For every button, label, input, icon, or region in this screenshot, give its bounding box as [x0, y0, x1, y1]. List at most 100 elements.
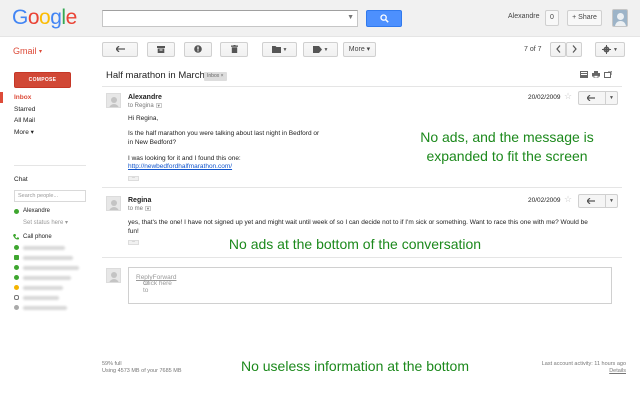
search-input[interactable]: ▼: [102, 10, 358, 27]
message-line: in New Bedford?: [128, 139, 177, 146]
delete-icon: [230, 45, 238, 54]
move-to-button[interactable]: ▼: [262, 42, 297, 57]
active-indicator: [0, 92, 3, 103]
report-spam-icon: [194, 45, 202, 53]
annotation-line: expanded to fit the screen: [426, 148, 588, 164]
user-name[interactable]: Alexandre: [508, 13, 540, 20]
message-sender[interactable]: Alexandre: [128, 94, 162, 101]
sidebar-item-starred[interactable]: Starred: [14, 106, 35, 113]
share-button[interactable]: + Share: [567, 10, 602, 26]
more-button[interactable]: More ▾: [343, 42, 376, 57]
notification-count-badge[interactable]: 0: [545, 10, 559, 26]
archive-button[interactable]: [147, 42, 175, 57]
google-logo[interactable]: Google: [12, 5, 77, 30]
gmail-caret: ▾: [39, 49, 43, 56]
sender-avatar[interactable]: [106, 93, 121, 108]
search-options-chevron-icon[interactable]: ▼: [347, 14, 354, 21]
idle-status-icon: [14, 285, 19, 290]
message-recipient[interactable]: to me ▼: [128, 206, 152, 212]
marathon-link[interactable]: http://newbedfordhalfmarathon.com/: [128, 163, 232, 172]
blurred-contact-name[interactable]: [23, 296, 59, 300]
message-sender[interactable]: Regina: [128, 197, 151, 204]
search-icon: [380, 14, 389, 23]
pager-count: 7 of 7: [524, 46, 542, 53]
gmail-menu[interactable]: Gmail ▾: [13, 46, 42, 56]
call-phone-link[interactable]: Call phone: [23, 234, 52, 240]
message-divider: [102, 257, 622, 258]
print-icon[interactable]: [592, 71, 600, 78]
details-chevron-icon[interactable]: ▼: [155, 103, 162, 108]
search-button[interactable]: [366, 10, 402, 27]
mobile-chat-icon: [14, 295, 19, 300]
more-actions-chevron-icon[interactable]: ▼: [609, 95, 614, 101]
archive-icon: [157, 45, 165, 53]
message-line: fun!: [128, 228, 139, 235]
delete-button[interactable]: [220, 42, 248, 57]
expand-all-icon[interactable]: [580, 71, 588, 78]
star-icon[interactable]: ☆: [564, 194, 572, 205]
back-to-inbox-button[interactable]: [102, 42, 138, 57]
sidebar-item-all-mail[interactable]: All Mail: [14, 117, 35, 124]
blurred-contact-name[interactable]: [23, 286, 63, 290]
reply-box[interactable]: Click here to Reply or Forward: [128, 267, 612, 304]
blurred-contact-name[interactable]: [23, 276, 71, 280]
details-link[interactable]: Details: [542, 368, 626, 375]
chat-search-input[interactable]: Search people...: [14, 190, 86, 202]
reply-arrow-icon: [587, 198, 595, 204]
offline-status-icon: [14, 305, 19, 310]
chat-heading: Chat: [14, 176, 28, 183]
blurred-contact-name[interactable]: [23, 246, 65, 250]
conversation-subject: Half marathon in March: [106, 70, 205, 81]
avatar-head: [111, 97, 117, 103]
star-icon[interactable]: ☆: [564, 91, 572, 102]
storage-percent: 59% full: [102, 361, 122, 367]
annotation-line: No ads, and the message is: [420, 129, 594, 145]
more-actions-chevron-icon[interactable]: ▼: [609, 198, 614, 204]
new-window-icon[interactable]: [604, 71, 612, 78]
sidebar-item-inbox[interactable]: Inbox: [14, 94, 31, 101]
move-to-folder-icon: [271, 45, 281, 53]
avatar-body: [109, 279, 119, 282]
reply-prompt: Click here to Reply or Forward: [136, 274, 176, 294]
labels-button[interactable]: ▼: [303, 42, 338, 57]
report-spam-button[interactable]: [184, 42, 212, 57]
inbox-label-chip[interactable]: Inbox ×: [204, 72, 227, 81]
settings-button[interactable]: ▼: [595, 42, 625, 57]
online-status-icon: [14, 275, 19, 280]
show-trimmed-content-button[interactable]: ···: [128, 240, 139, 245]
message-greeting: Hi Regina,: [128, 115, 159, 122]
reply-arrow-icon: [587, 95, 595, 101]
message-recipient[interactable]: to Regina ▼: [128, 103, 162, 109]
newer-button[interactable]: [550, 42, 566, 57]
online-status-icon: [14, 209, 19, 214]
reply-button-group[interactable]: ▼: [578, 194, 618, 208]
set-status-dropdown[interactable]: Set status here ▾: [23, 219, 68, 226]
avatar-head: [111, 272, 117, 278]
conversation-divider: [102, 86, 622, 87]
sidebar-item-more[interactable]: More ▾: [14, 128, 34, 136]
chat-self-name[interactable]: Alexandre: [23, 208, 50, 214]
details-chevron-icon[interactable]: ▼: [145, 206, 152, 211]
video-status-icon: [14, 255, 19, 260]
account-avatar[interactable]: [612, 9, 628, 27]
blurred-contact-name[interactable]: [23, 306, 67, 310]
chevron-down-icon: ▼: [613, 47, 618, 53]
compose-button[interactable]: COMPOSE: [14, 72, 71, 88]
back-arrow-icon: [115, 46, 125, 53]
sidebar-divider: [14, 165, 86, 166]
online-status-icon: [14, 265, 19, 270]
show-trimmed-content-button[interactable]: ···: [128, 176, 139, 181]
reply-button-group[interactable]: ▼: [578, 91, 618, 105]
avatar-body: [109, 104, 119, 107]
blurred-contact-name[interactable]: [23, 266, 79, 270]
logo-letter: g: [50, 6, 62, 29]
avatar-body: [109, 207, 119, 210]
message-date: 20/02/2009: [528, 197, 561, 204]
blurred-contact-name[interactable]: [23, 256, 73, 260]
top-bar: Google ▼ Alexandre 0 + Share: [0, 0, 640, 37]
annotation-no-ads-expanded: No ads, and the message is expanded to f…: [392, 128, 622, 166]
older-button[interactable]: [566, 42, 582, 57]
message-divider: [102, 187, 622, 188]
my-avatar: [106, 268, 121, 283]
sender-avatar[interactable]: [106, 196, 121, 211]
